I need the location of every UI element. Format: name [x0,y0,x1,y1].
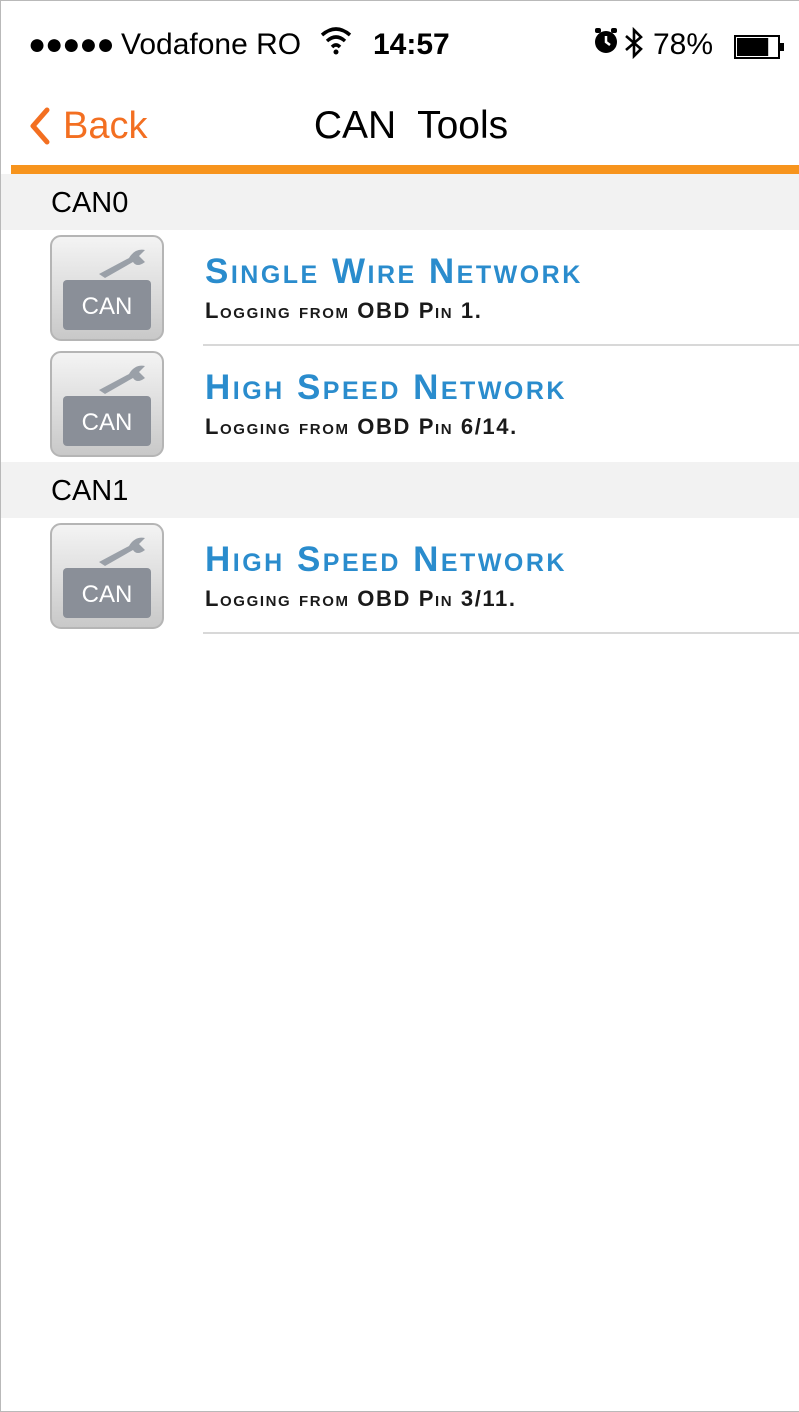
bluetooth-icon [623,26,645,68]
list-item-can1-high-speed[interactable]: CAN High Speed Network Logging from OBD … [1,518,799,634]
list-item-can0-high-speed[interactable]: CAN High Speed Network Logging from OBD … [1,346,799,462]
svg-text:CAN: CAN [82,581,133,608]
nav-accent-divider [11,165,799,174]
signal-strength: ●●●●● [28,28,115,61]
can-tool-icon: CAN [49,350,165,458]
carrier-name: Vodafone RO [121,28,302,61]
can-tool-icon: CAN [49,234,165,342]
item-title: Single Wire Network [205,252,583,291]
can-tool-icon: CAN [49,522,165,630]
screen-frame: ●●●●● Vodafone RO 14:57 78% Back CAN Too… [0,0,799,1412]
section-header-can1: CAN1 [1,462,799,518]
item-subtitle: Logging from OBD Pin 6/14. [205,414,518,439]
svg-text:CAN: CAN [82,293,133,320]
navigation-bar: Back CAN Tools [1,87,799,165]
row-divider [203,632,799,634]
alarm-icon [593,26,619,64]
status-bar: ●●●●● Vodafone RO 14:57 78% [1,1,799,87]
page-title: CAN Tools [313,104,509,147]
item-title: High Speed Network [205,540,567,579]
battery-percent: 78% [653,28,714,61]
wifi-icon [319,23,353,65]
section-header-can0: CAN0 [1,174,799,230]
list-item-can0-single-wire[interactable]: CAN Single Wire Network Logging from OBD… [1,230,799,346]
battery-icon [734,33,784,59]
item-subtitle: Logging from OBD Pin 1. [205,298,483,323]
item-title: High Speed Network [205,368,567,407]
svg-text:CAN: CAN [82,409,133,436]
clock-time: 14:57 [373,28,450,61]
item-subtitle: Logging from OBD Pin 3/11. [205,586,517,611]
